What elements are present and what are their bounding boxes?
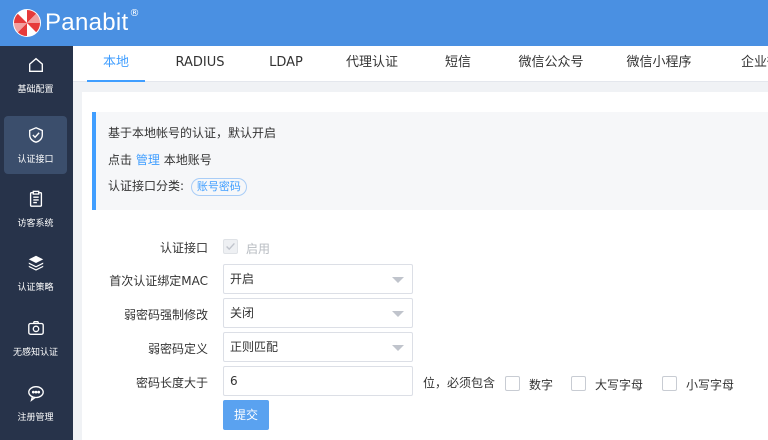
include-uppercase-label: 大写字母 [595, 378, 644, 392]
home-icon [28, 57, 43, 72]
logo: Panabit ® [12, 8, 140, 38]
include-digits-label: 数字 [529, 378, 554, 392]
tab-wechat-official[interactable]: 微信公众号 [509, 46, 593, 82]
brand-registered-mark: ® [129, 7, 140, 19]
sidebar-item-seamless-auth[interactable]: 无感知认证 [4, 309, 67, 367]
info-description: 基于本地帐号的认证，默认开启 [108, 126, 277, 140]
shield-check-icon [28, 126, 43, 143]
chat-icon [27, 385, 44, 402]
auth-interface-label: 认证接口 [159, 241, 208, 255]
weak-pwd-force-label: 弱密码强制修改 [123, 308, 208, 322]
sidebar-item-auth-interface[interactable]: 认证接口 [4, 116, 67, 174]
select-value: 关闭 [230, 306, 255, 320]
tab-proxy-auth[interactable]: 代理认证 [337, 46, 407, 82]
camera-icon [27, 320, 44, 335]
manage-link[interactable]: 管理 [136, 153, 160, 167]
first-bind-mac-select[interactable]: 开启 [223, 264, 413, 294]
weak-pwd-def-select[interactable]: 正则匹配 [223, 332, 413, 362]
first-bind-mac-label: 首次认证绑定MAC [109, 274, 208, 288]
sidebar-item-label: 访客系统 [17, 218, 54, 229]
chevron-down-icon [392, 311, 404, 317]
sidebar-item-visitor-system[interactable]: 访客系统 [4, 180, 67, 238]
include-lowercase-label: 小写字母 [686, 378, 735, 392]
info-manage-prefix: 点击 [108, 153, 133, 167]
enable-checkbox-label: 启用 [246, 242, 271, 256]
chevron-down-icon [392, 277, 404, 283]
pwd-length-label: 密码长度大于 [135, 376, 208, 390]
sidebar-item-registration[interactable]: 注册管理 [4, 374, 67, 432]
tab-wechat-miniprogram[interactable]: 微信小程序 [617, 46, 701, 82]
info-category-label: 认证接口分类: [108, 179, 185, 193]
weak-pwd-force-select[interactable]: 关闭 [223, 298, 413, 328]
clipboard-icon [29, 190, 42, 207]
tab-ldap[interactable]: LDAP [261, 46, 311, 82]
include-digits-checkbox[interactable] [505, 376, 520, 391]
sidebar-item-label: 无感知认证 [12, 347, 58, 358]
sidebar-item-label: 认证接口 [17, 154, 54, 165]
layers-icon [28, 255, 43, 271]
enable-checkbox[interactable] [223, 239, 238, 254]
pwd-length-suffix: 位，必须包含 [423, 376, 496, 390]
info-box: 基于本地帐号的认证，默认开启 点击 管理 本地账号 认证接口分类: 账号密码 [92, 112, 768, 210]
sidebar: 基础配置 认证接口 访客系统 认证策略 无感知认证 注册管理 [0, 46, 73, 440]
weak-pwd-def-label: 弱密码定义 [147, 342, 208, 356]
brand-name: Panabit [45, 9, 129, 36]
tab-bar: 本地 RADIUS LDAP 代理认证 短信 微信公众号 微信小程序 企业微信 [73, 46, 768, 82]
info-manage-line: 点击 管理 本地账号 [108, 151, 212, 168]
select-value: 正则匹配 [230, 340, 279, 354]
submit-button[interactable]: 提交 [223, 400, 269, 430]
sidebar-item-label: 认证策略 [17, 282, 54, 293]
sidebar-item-label: 注册管理 [17, 412, 54, 423]
info-category-line: 认证接口分类: 账号密码 [108, 176, 247, 196]
main-panel: 基于本地帐号的认证，默认开启 点击 管理 本地账号 认证接口分类: 账号密码 认… [82, 92, 768, 440]
sidebar-item-auth-policy[interactable]: 认证策略 [4, 244, 67, 302]
sidebar-item-label: 基础配置 [17, 84, 54, 95]
include-lowercase-checkbox[interactable] [662, 376, 677, 391]
tab-sms[interactable]: 短信 [433, 46, 483, 82]
info-manage-suffix: 本地账号 [163, 153, 212, 167]
panabit-logo-icon [13, 9, 41, 37]
pwd-length-input[interactable]: 6 [223, 366, 413, 396]
chevron-down-icon [392, 345, 404, 351]
select-value: 开启 [230, 272, 255, 286]
check-icon [226, 242, 235, 251]
sidebar-item-basic-config[interactable]: 基础配置 [4, 46, 67, 104]
tab-wecom[interactable]: 企业微信 [725, 46, 768, 82]
tab-local[interactable]: 本地 [87, 46, 145, 82]
tab-radius[interactable]: RADIUS [169, 46, 231, 82]
top-bar: Panabit ® [0, 0, 768, 46]
category-tag: 账号密码 [190, 178, 247, 196]
include-uppercase-checkbox[interactable] [571, 376, 586, 391]
